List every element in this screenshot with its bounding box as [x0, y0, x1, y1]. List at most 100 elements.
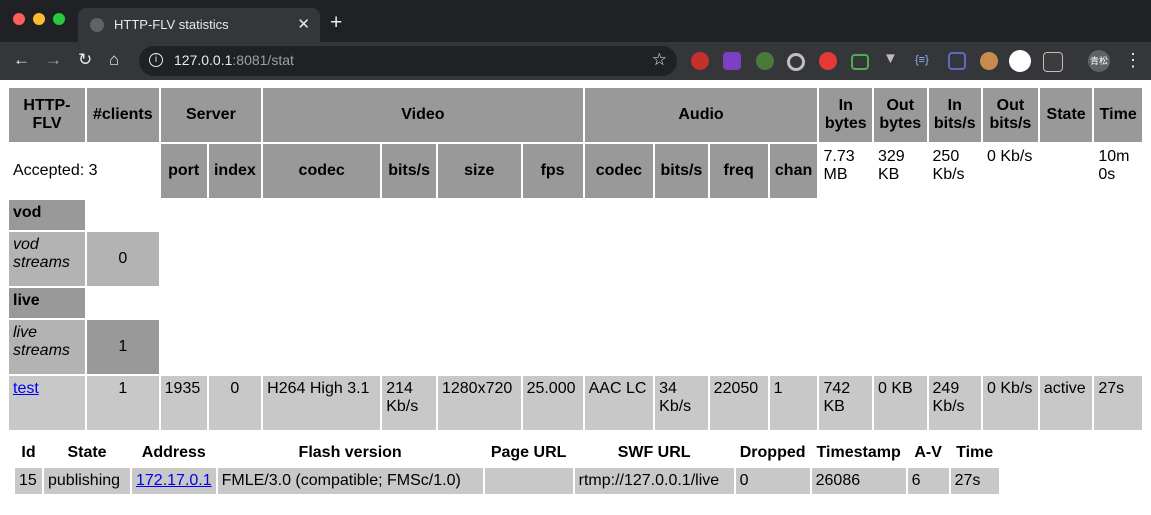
tab-active[interactable]: HTTP-FLV statistics ✕ — [78, 8, 320, 42]
live-row: live — [9, 288, 1142, 318]
col-http-flv: HTTP-FLV — [9, 88, 85, 142]
total-in-bytes: 7.73 MB — [823, 148, 855, 183]
vod-section-label: vod — [9, 200, 85, 230]
col-page-url: Page URL — [490, 444, 567, 461]
client-page-url — [484, 468, 573, 494]
home-button[interactable]: ⌂ — [109, 50, 119, 70]
col-in-bytes: In bytes — [819, 88, 872, 142]
clients-table: Id State Address Flash version Page URL … — [13, 438, 1001, 496]
vod-streams-label: vod streams — [9, 232, 85, 286]
col-dropped: Dropped — [739, 444, 806, 461]
stream-freq: 22050 — [709, 376, 768, 430]
client-dropped: 0 — [735, 468, 810, 494]
sub-port: port — [160, 144, 207, 198]
url-text[interactable]: 127.0.0.1:8081/stat — [174, 52, 294, 68]
col-in-bits: In bits/s — [928, 88, 982, 142]
ext-cookie-icon[interactable] — [980, 52, 998, 70]
info-icon[interactable]: i — [149, 53, 163, 67]
ext-green-icon[interactable] — [756, 52, 774, 70]
tab-title: HTTP-FLV statistics — [114, 17, 229, 32]
stream-time: 27s — [1094, 376, 1142, 430]
live-streams-label: live streams — [9, 320, 85, 374]
abp-icon[interactable] — [691, 52, 709, 70]
stream-audio-codec: AAC LC — [584, 376, 654, 430]
stream-video-bits: 214 Kb/s — [382, 376, 436, 430]
vod-streams-count: 0 — [86, 232, 159, 286]
ext-tv-icon[interactable] — [851, 54, 869, 70]
sub-video-codec: codec — [263, 144, 381, 198]
col-clients: #clients — [86, 88, 159, 142]
ext-braces-icon[interactable]: {≡} — [915, 54, 933, 72]
tab-strip: HTTP-FLV statistics ✕ + — [0, 0, 1151, 42]
stream-in-bytes: 742 KB — [819, 376, 872, 430]
stats-header-row: HTTP-FLV #clients Server Video Audio In … — [9, 88, 1142, 142]
toolbar: ← → ↻ ⌂ i 127.0.0.1:8081/stat ☆ ▼ {≡} 青松… — [0, 42, 1151, 80]
col-id: Id — [21, 444, 36, 461]
client-address-cell: 172.17.0.1 — [132, 468, 216, 494]
stream-port: 1935 — [160, 376, 207, 430]
col-address: Address — [141, 444, 206, 461]
col-audio: Audio — [584, 88, 818, 142]
sub-chan: chan — [769, 144, 818, 198]
ext-a-icon[interactable] — [1043, 52, 1063, 72]
live-section-label: live — [9, 288, 85, 318]
col-av: A-V — [914, 444, 942, 461]
maximize-window-button[interactable] — [53, 13, 65, 25]
ext-shield-icon[interactable] — [1009, 50, 1031, 72]
col-flash-version: Flash version — [298, 444, 402, 461]
sub-fps: fps — [522, 144, 583, 198]
clients-header-row: Id State Address Flash version Page URL … — [15, 440, 999, 466]
col-out-bits: Out bits/s — [983, 88, 1038, 142]
col-swf-url: SWF URL — [617, 444, 691, 461]
col-video: Video — [263, 88, 583, 142]
stream-chan: 1 — [769, 376, 818, 430]
client-flash-version: FMLE/3.0 (compatible; FMSc/1.0) — [217, 468, 483, 494]
client-swf-url: rtmp://127.0.0.1/live — [574, 468, 734, 494]
close-tab-icon[interactable]: ✕ — [297, 15, 310, 33]
col-time: Time — [1094, 88, 1142, 142]
stream-link[interactable]: test — [13, 380, 39, 397]
ext-circle-icon[interactable] — [787, 53, 805, 71]
sub-audio-bits: bits/s — [655, 144, 708, 198]
ext-red-icon[interactable] — [819, 52, 837, 70]
close-window-button[interactable] — [13, 13, 25, 25]
col-client-time: Time — [956, 444, 994, 461]
stream-video-codec: H264 High 3.1 — [263, 376, 381, 430]
stream-fps: 25.000 — [522, 376, 583, 430]
back-button[interactable]: ← — [13, 50, 30, 70]
total-in-bits: 250 Kb/s — [932, 148, 965, 183]
col-state: State — [1039, 88, 1093, 142]
bookmark-star-icon[interactable]: ☆ — [652, 50, 667, 70]
forward-button[interactable]: → — [45, 50, 62, 70]
profile-avatar[interactable]: 青松 — [1088, 50, 1110, 72]
ext-v-icon[interactable]: ▼ — [883, 50, 901, 68]
stream-audio-bits: 34 Kb/s — [655, 376, 708, 430]
accepted-count: Accepted: 3 — [13, 162, 98, 179]
col-timestamp: Timestamp — [816, 444, 901, 461]
live-streams-row: live streams 1 — [9, 320, 1142, 374]
client-state: publishing — [44, 468, 130, 494]
total-time: 10m 0s — [1098, 148, 1130, 183]
total-out-bytes: 329 KB — [878, 148, 905, 183]
address-bar[interactable]: i 127.0.0.1:8081/stat ☆ — [139, 46, 677, 76]
more-menu-icon[interactable]: ⋮ — [1124, 50, 1142, 70]
page-content: HTTP-FLV #clients Server Video Audio In … — [0, 80, 1151, 515]
total-state — [1040, 144, 1093, 198]
col-client-state: State — [67, 444, 107, 461]
stream-clients: 1 — [86, 376, 159, 430]
client-av: 6 — [907, 468, 949, 494]
reload-button[interactable]: ↻ — [78, 50, 92, 70]
stream-name-cell: test — [9, 376, 85, 430]
rp-icon[interactable] — [723, 52, 741, 70]
client-address-link[interactable]: 172.17.0.1 — [136, 472, 212, 489]
stream-out-bytes: 0 KB — [874, 376, 927, 430]
stats-subheader-row: Accepted: 3 port index codec bits/s size… — [9, 144, 1142, 198]
live-streams-count: 1 — [86, 320, 159, 374]
new-tab-button[interactable]: + — [330, 11, 342, 35]
client-row: 15 publishing 172.17.0.1 FMLE/3.0 (compa… — [15, 468, 999, 494]
minimize-window-button[interactable] — [33, 13, 45, 25]
globe-icon — [90, 18, 104, 32]
ext-share-icon[interactable] — [948, 52, 966, 70]
browser-chrome: HTTP-FLV statistics ✕ + ← → ↻ ⌂ i 127.0.… — [0, 0, 1151, 80]
sub-size: size — [437, 144, 521, 198]
